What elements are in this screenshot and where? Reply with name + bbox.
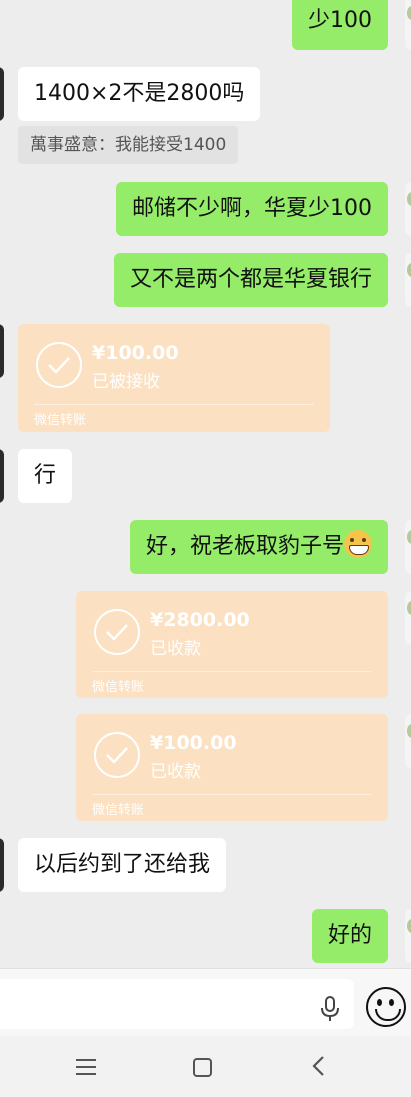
divider: [92, 794, 372, 795]
check-circle-icon: [94, 732, 140, 778]
my-avatar[interactable]: [405, 520, 411, 574]
system-nav-bar: [0, 1036, 411, 1097]
transfer-card[interactable]: ¥100.00 已收款 微信转账: [76, 714, 388, 821]
sent-bubble[interactable]: 好，祝老板取豹子号: [129, 520, 388, 574]
divider: [92, 671, 372, 672]
transfer-footer: 微信转账: [34, 413, 87, 428]
my-avatar[interactable]: [405, 253, 411, 307]
check-circle-icon: [94, 609, 140, 655]
contact-avatar[interactable]: [0, 838, 4, 892]
message-row: 好，祝老板取豹子号: [0, 520, 411, 574]
transfer-card[interactable]: ¥100.00 已被接收 微信转账: [18, 324, 330, 432]
transfer-status: 已被接收: [92, 372, 160, 392]
input-bar: [0, 968, 411, 1036]
message-row: 以后约到了还给我: [0, 838, 411, 892]
transfer-amount: ¥2800.00: [150, 609, 250, 631]
home-icon[interactable]: [193, 1058, 212, 1077]
microphone-icon[interactable]: [320, 996, 340, 1026]
received-bubble[interactable]: 1400×2不是2800吗: [18, 67, 261, 121]
transfer-footer: 微信转账: [92, 803, 145, 818]
message-row: 好的: [0, 909, 411, 963]
transfer-card[interactable]: ¥2800.00 已收款 微信转账: [76, 591, 388, 698]
transfer-footer: 微信转账: [92, 680, 145, 695]
my-avatar[interactable]: [405, 714, 411, 768]
transfer-status: 已收款: [150, 762, 201, 782]
transfer-amount: ¥100.00: [150, 732, 237, 754]
my-avatar[interactable]: [405, 182, 411, 236]
transfer-status: 已收款: [150, 639, 201, 659]
sent-bubble[interactable]: 少100: [292, 0, 388, 50]
sent-bubble[interactable]: 又不是两个都是华夏银行: [113, 253, 388, 307]
back-icon[interactable]: [311, 1055, 325, 1081]
message-row: 邮储不少啊，华夏少100: [0, 182, 411, 236]
message-text: 好，祝老板取豹子号: [145, 534, 344, 559]
my-avatar[interactable]: [405, 0, 411, 50]
smiley-icon[interactable]: [366, 987, 406, 1027]
message-row: 少100: [0, 0, 411, 50]
message-input[interactable]: [0, 979, 354, 1029]
my-avatar[interactable]: [405, 591, 411, 645]
sent-bubble[interactable]: 好的: [311, 909, 388, 963]
transfer-amount: ¥100.00: [92, 342, 179, 364]
divider: [34, 404, 314, 405]
received-bubble[interactable]: 行: [18, 449, 73, 503]
menu-icon[interactable]: [76, 1059, 96, 1075]
contact-avatar[interactable]: [0, 449, 4, 503]
message-row: 又不是两个都是华夏银行: [0, 253, 411, 307]
sent-bubble[interactable]: 邮储不少啊，华夏少100: [116, 182, 388, 236]
quote-reply[interactable]: 萬事盛意：我能接受1400: [18, 126, 239, 164]
grinning-emoji-icon: [344, 530, 372, 558]
message-row: 行: [0, 449, 411, 503]
message-row: 1400×2不是2800吗: [0, 67, 411, 121]
received-bubble[interactable]: 以后约到了还给我: [18, 838, 227, 892]
contact-avatar[interactable]: [0, 67, 4, 121]
message-row: ¥100.00 已收款 微信转账: [0, 714, 411, 821]
chat-area[interactable]: 少100 1400×2不是2800吗 萬事盛意：我能接受1400 邮储不少啊，华…: [0, 0, 411, 968]
message-row: ¥2800.00 已收款 微信转账: [0, 591, 411, 698]
contact-avatar[interactable]: [0, 324, 4, 378]
my-avatar[interactable]: [405, 909, 411, 963]
check-circle-icon: [36, 342, 82, 388]
message-row: ¥100.00 已被接收 微信转账: [0, 324, 411, 432]
